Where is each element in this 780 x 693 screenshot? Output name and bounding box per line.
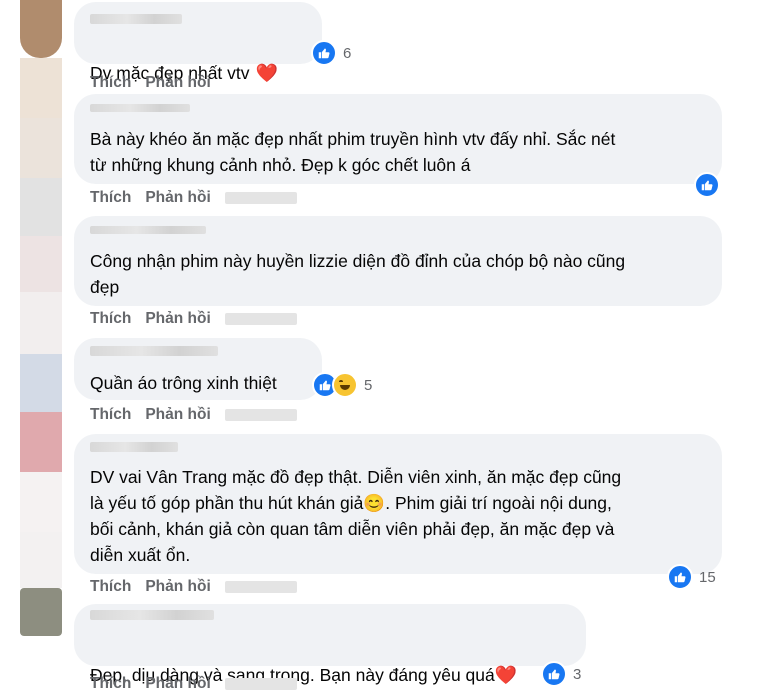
comment-actions: Thích Phản hồi [90, 406, 311, 424]
avatar [20, 412, 62, 472]
reply-link[interactable]: Phản hồi [145, 310, 210, 327]
timestamp[interactable] [224, 408, 297, 421]
haha-icon [332, 372, 358, 398]
commenter-name[interactable] [90, 610, 214, 620]
heart-icon: ❤️ [255, 63, 278, 83]
like-link[interactable]: Thích [90, 189, 131, 206]
comment-text: Bà này khéo ăn mặc đẹp nhất phim truyền … [90, 129, 616, 175]
avatar [20, 58, 62, 118]
reaction-count: 5 [364, 376, 373, 394]
like-link[interactable]: Thích [90, 578, 131, 595]
timestamp[interactable] [224, 191, 297, 204]
like-link[interactable]: Thích [90, 675, 131, 692]
reaction-summary[interactable]: 5 [312, 372, 372, 398]
reply-link[interactable]: Phản hồi [145, 74, 210, 91]
comment-text: Công nhận phim này huyền lizzie diện đồ … [90, 251, 626, 297]
reply-link[interactable]: Phản hồi [145, 578, 210, 595]
comment-actions: Thích Phản hồi [90, 74, 225, 92]
reaction-summary[interactable]: 6 [311, 40, 351, 66]
like-icon [541, 661, 567, 687]
like-link[interactable]: Thích [90, 74, 131, 91]
comment-actions: Thích Phản hồi [90, 189, 311, 207]
commenter-name[interactable] [90, 442, 178, 452]
heart-icon: ❤️ [494, 665, 518, 685]
reaction-count: 15 [699, 568, 716, 586]
reaction-count: 6 [343, 44, 352, 62]
comment-actions: Thích Phản hồi [90, 578, 311, 596]
commenter-name[interactable] [90, 346, 218, 356]
avatar [20, 472, 62, 532]
avatar [20, 292, 62, 354]
reply-link[interactable]: Phản hồi [145, 406, 210, 423]
like-icon [667, 564, 693, 590]
reaction-count: 3 [573, 665, 582, 683]
timestamp[interactable] [224, 677, 297, 690]
reply-link[interactable]: Phản hồi [145, 675, 210, 692]
avatar [20, 178, 62, 236]
reply-link[interactable]: Phản hồi [145, 189, 210, 206]
avatar [20, 118, 62, 178]
like-icon [311, 40, 337, 66]
avatar[interactable] [20, 0, 62, 58]
like-icon [694, 172, 720, 198]
comment-actions: Thích Phản hồi [90, 675, 311, 693]
avatar [20, 354, 62, 412]
commenter-name[interactable] [90, 104, 190, 112]
commenter-name[interactable] [90, 226, 206, 234]
avatar-column [0, 0, 70, 693]
reaction-summary[interactable]: 3 [541, 661, 581, 687]
smile-emoji: 😊 [363, 493, 386, 513]
timestamp[interactable] [224, 312, 297, 325]
reaction-summary[interactable]: 15 [667, 564, 716, 590]
like-link[interactable]: Thích [90, 310, 131, 327]
avatar [20, 532, 62, 588]
comment-actions: Thích Phản hồi [90, 310, 311, 328]
like-link[interactable]: Thích [90, 406, 131, 423]
timestamp[interactable] [224, 580, 297, 593]
reaction-summary[interactable] [694, 172, 720, 198]
avatar [20, 236, 62, 292]
comment-text: Quần áo trông xinh thiệt [90, 373, 277, 393]
avatar[interactable] [20, 588, 62, 636]
commenter-name[interactable] [90, 14, 182, 24]
comment-text: DV vai Vân Trang mặc đồ đẹp thật. Diễn v… [90, 467, 622, 565]
